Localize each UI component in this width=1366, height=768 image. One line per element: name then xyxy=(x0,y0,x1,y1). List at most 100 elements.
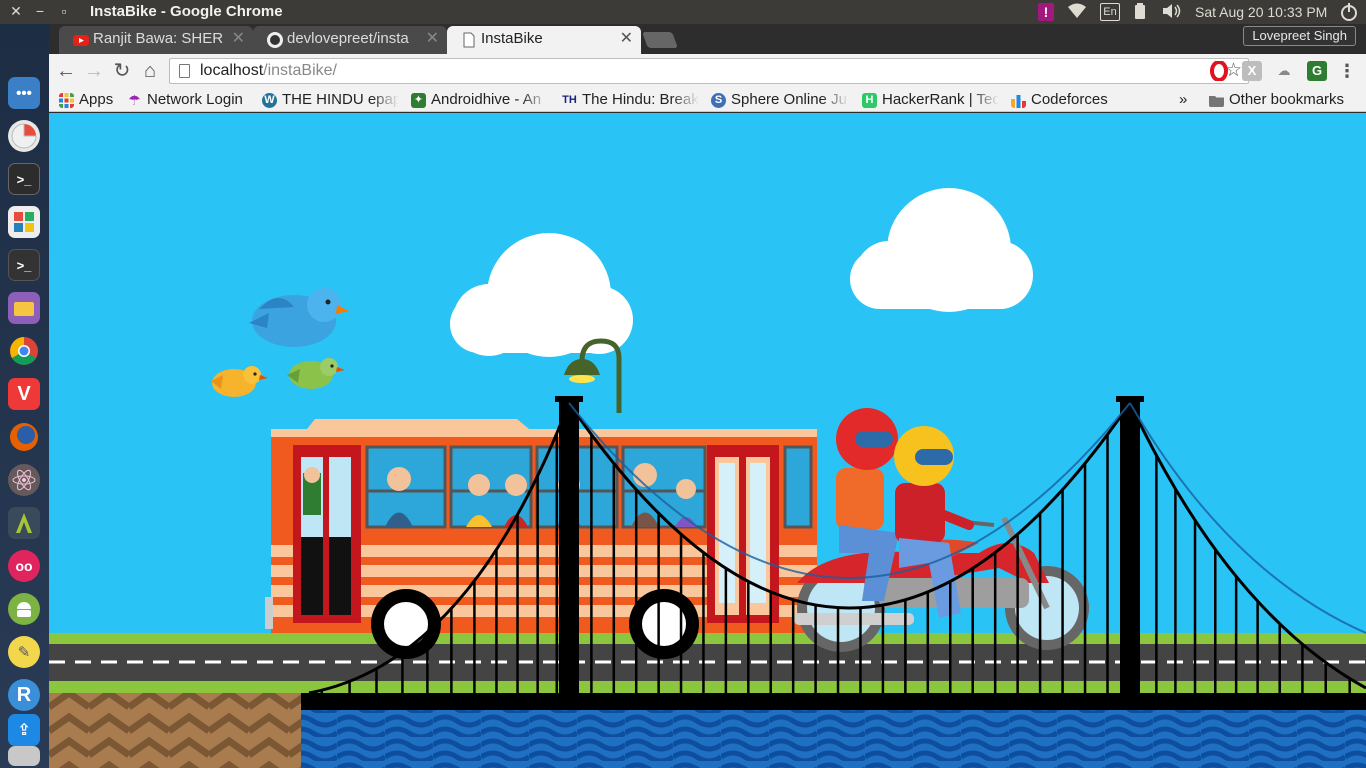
apple-icon[interactable] xyxy=(8,34,40,66)
flickr-icon[interactable]: oo xyxy=(8,550,40,582)
tab-label: devlovepreet/insta xyxy=(287,30,409,47)
bookmark-label: Apps xyxy=(79,91,114,108)
menu-icon[interactable]: ⋮ xyxy=(1337,61,1357,81)
tab-instabike[interactable]: InstaBike ✕ xyxy=(447,26,641,54)
bridge-deck xyxy=(301,693,1366,710)
bookmark-network-login[interactable]: ☂ Network Login xyxy=(127,90,257,110)
keyboard-icon[interactable]: En xyxy=(1100,3,1120,21)
x-extension-icon[interactable]: X xyxy=(1242,61,1262,81)
window-title: InstaBike - Google Chrome xyxy=(90,3,283,20)
page-info-icon[interactable] xyxy=(179,64,190,78)
android-studio-icon[interactable] xyxy=(8,507,40,539)
files-icon[interactable] xyxy=(8,292,40,324)
github-icon xyxy=(267,32,283,48)
bookmark-label: Other bookmarks xyxy=(1229,91,1345,108)
bookmark-codeforces[interactable]: Codeforces xyxy=(1011,90,1121,110)
url-host: localhost xyxy=(200,62,264,79)
other-bookmarks-folder[interactable]: Other bookmarks xyxy=(1209,90,1359,110)
androidhive-icon: ✦ xyxy=(411,93,426,108)
bookmark-apps[interactable]: Apps xyxy=(59,90,121,110)
bus xyxy=(265,419,817,659)
wifi-icon[interactable] xyxy=(1068,3,1086,21)
close-tab-icon[interactable]: ✕ xyxy=(232,26,245,52)
tab-label: InstaBike xyxy=(481,30,543,47)
archive-icon[interactable] xyxy=(8,746,40,766)
dash-icon[interactable]: ••• xyxy=(8,77,40,109)
home-button[interactable]: ⌂ xyxy=(139,60,161,82)
blue-bird-icon xyxy=(249,288,349,347)
page-icon xyxy=(463,32,475,48)
battery-icon[interactable] xyxy=(1134,3,1146,21)
chrome-icon[interactable] xyxy=(8,335,40,367)
earth-bank xyxy=(49,693,301,768)
cloud-left xyxy=(450,233,633,357)
datetime-label[interactable]: Sat Aug 20 10:33 PM xyxy=(1195,3,1327,21)
orange-bird-icon xyxy=(211,366,268,397)
bookmark-label: THE HINDU epap xyxy=(282,91,399,108)
bookmark-spoj[interactable]: S Sphere Online Ju xyxy=(711,90,849,110)
uploader-icon[interactable]: ⇪ xyxy=(8,714,40,746)
bookmark-label: HackerRank | Tec xyxy=(882,91,999,108)
instabike-scene xyxy=(49,188,1366,768)
green-bird-icon xyxy=(287,358,345,389)
apps-grid-icon[interactable] xyxy=(8,206,40,238)
toolbar: ← → ↻ ⌂ localhost/instaBike/ ☆ X ☁ G ⋮ xyxy=(49,54,1366,88)
tab-label: Ranjit Bawa: SHER xyxy=(93,30,224,47)
url-path: /instaBike/ xyxy=(263,62,337,79)
address-bar[interactable]: localhost/instaBike/ ☆ xyxy=(169,58,1249,84)
bookmark-label: Network Login xyxy=(147,91,243,108)
vivaldi-icon[interactable]: V xyxy=(8,378,40,410)
umbrella-icon: ☂ xyxy=(128,92,141,108)
reload-button[interactable]: ↻ xyxy=(111,60,133,82)
firefox-icon[interactable] xyxy=(8,421,40,453)
android-icon[interactable] xyxy=(8,593,40,625)
wordpress-icon: W xyxy=(262,93,277,108)
new-tab-button[interactable] xyxy=(642,32,678,48)
bookmark-the-hindu[interactable]: TH The Hindu: Break xyxy=(562,90,699,110)
close-tab-icon[interactable]: ✕ xyxy=(620,26,633,52)
launcher: ••• >_ >_ V oo ✎ R ⇪ xyxy=(0,24,49,768)
bridge-tower-left xyxy=(559,396,579,698)
bookmarks-overflow-button[interactable]: » xyxy=(1179,90,1199,110)
spoj-icon: S xyxy=(711,93,726,108)
opera-icon[interactable] xyxy=(1209,60,1229,82)
youtube-icon xyxy=(73,35,89,46)
bookmark-label: Codeforces xyxy=(1031,91,1108,108)
g-extension-icon[interactable]: G xyxy=(1307,61,1327,81)
minimize-window-icon[interactable]: − xyxy=(32,3,48,19)
profile-button[interactable]: Lovepreet Singh xyxy=(1243,26,1356,46)
bookmark-hackerrank[interactable]: H HackerRank | Tec xyxy=(862,90,999,110)
maximize-window-icon[interactable]: ▫ xyxy=(56,3,72,19)
cloud-extension-icon[interactable]: ☁ xyxy=(1274,61,1294,81)
pie-icon[interactable] xyxy=(8,120,40,152)
the-hindu-icon: TH xyxy=(562,94,577,106)
back-button[interactable]: ← xyxy=(55,60,77,82)
bookmarks-bar: Apps ☂ Network Login W THE HINDU epap ✦ … xyxy=(49,88,1366,112)
hackerrank-icon: H xyxy=(862,93,877,108)
bookmark-label: Sphere Online Ju xyxy=(731,91,847,108)
tab-github[interactable]: devlovepreet/insta ✕ xyxy=(253,26,447,54)
grass-strip-top xyxy=(49,633,1366,644)
terminal-dark-icon[interactable]: >_ xyxy=(8,249,40,281)
alert-icon[interactable]: ! xyxy=(1038,3,1054,21)
rstudio-icon[interactable]: R xyxy=(8,679,40,711)
volume-icon[interactable] xyxy=(1162,3,1184,21)
apps-grid-icon xyxy=(59,93,74,108)
power-icon[interactable] xyxy=(1340,3,1358,21)
close-window-icon[interactable]: ✕ xyxy=(8,3,24,19)
top-panel: ✕ − ▫ InstaBike - Google Chrome ! En Sat… xyxy=(0,0,1366,24)
bus-wheel-rear xyxy=(629,589,699,659)
grass-strip-bottom xyxy=(49,681,1366,693)
close-tab-icon[interactable]: ✕ xyxy=(426,26,439,52)
river xyxy=(301,710,1366,768)
tab-youtube[interactable]: Ranjit Bawa: SHER ✕ xyxy=(59,26,253,54)
atom-icon[interactable] xyxy=(8,464,40,496)
bookmark-label: Androidhive - An xyxy=(431,91,542,108)
bookmark-androidhive[interactable]: ✦ Androidhive - An xyxy=(411,90,549,110)
notes-icon[interactable]: ✎ xyxy=(8,636,40,668)
bookmark-label: The Hindu: Break xyxy=(582,91,699,108)
terminal-icon[interactable]: >_ xyxy=(8,163,40,195)
bookmark-the-hindu-epaper[interactable]: W THE HINDU epap xyxy=(262,90,399,110)
tab-strip: Ranjit Bawa: SHER ✕ devlovepreet/insta ✕… xyxy=(49,24,1366,54)
forward-button[interactable]: → xyxy=(83,60,105,82)
